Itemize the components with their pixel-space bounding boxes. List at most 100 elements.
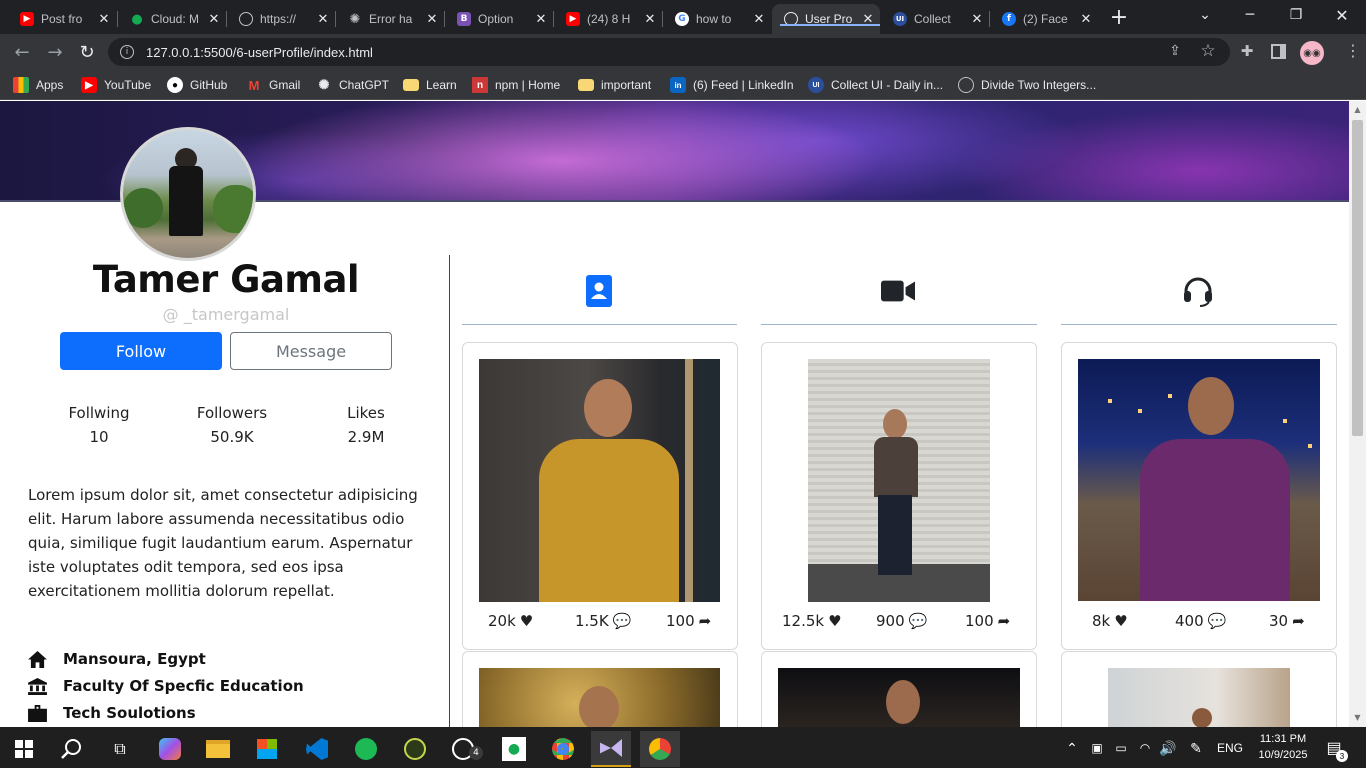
- youtube-icon: ▶: [20, 12, 34, 26]
- browser-tab[interactable]: ▶ Post fro ✕: [8, 4, 116, 34]
- briefcase-icon: [28, 704, 47, 722]
- minimize-icon[interactable]: ─: [1227, 0, 1273, 30]
- close-tab-icon[interactable]: ✕: [317, 12, 329, 27]
- post-comments[interactable]: 900 💬: [876, 612, 927, 630]
- chrome-icon[interactable]: [640, 731, 680, 767]
- post-photo[interactable]: [808, 359, 990, 602]
- tab-posts[interactable]: [582, 274, 616, 308]
- restore-icon[interactable]: ❐: [1273, 0, 1319, 30]
- post-likes[interactable]: 12.5k ♥: [782, 612, 842, 630]
- file-explorer-icon[interactable]: [198, 731, 238, 767]
- browser-tab[interactable]: ✺ Error ha ✕: [336, 4, 444, 34]
- vscode-icon[interactable]: [297, 731, 337, 767]
- menu-kebab-icon[interactable]: ⋮: [1345, 41, 1361, 63]
- post-shares[interactable]: 100 ➦: [965, 612, 1010, 630]
- side-panel-icon[interactable]: [1271, 44, 1286, 59]
- close-tab-icon[interactable]: ✕: [1080, 12, 1092, 27]
- meet-now-icon[interactable]: ▣: [1088, 738, 1106, 758]
- battery-icon[interactable]: ▭: [1112, 738, 1130, 758]
- post-comments[interactable]: 400 💬: [1175, 612, 1226, 630]
- bookmark-gmail[interactable]: M Gmail: [246, 76, 301, 94]
- browser-tab[interactable]: https:// ✕: [227, 4, 335, 34]
- scroll-up-arrow-icon[interactable]: ▲: [1352, 105, 1363, 115]
- comment-icon: 💬: [1207, 612, 1227, 630]
- info-icon[interactable]: i: [120, 45, 134, 59]
- bookmark-important[interactable]: important: [578, 76, 651, 94]
- close-tab-icon[interactable]: ✕: [535, 12, 547, 27]
- visual-studio-icon[interactable]: [591, 731, 631, 767]
- close-window-icon[interactable]: ✕: [1319, 0, 1365, 30]
- followers-label: Followers: [196, 404, 268, 422]
- close-tab-icon[interactable]: ✕: [98, 12, 110, 27]
- task-view-icon[interactable]: ⧉: [100, 731, 140, 767]
- close-tab-icon[interactable]: ✕: [753, 12, 765, 27]
- bookmark-youtube[interactable]: ▶ YouTube: [81, 76, 151, 94]
- bookmark-chatgpt[interactable]: ✺ ChatGPT: [316, 76, 389, 94]
- bookmark-star-icon[interactable]: ☆: [1199, 41, 1217, 61]
- chrome-profile-icon[interactable]: [543, 731, 583, 767]
- post-comments[interactable]: 1.5K 💬: [575, 612, 631, 630]
- post-photo[interactable]: [1108, 668, 1290, 727]
- browser-tab[interactable]: ● Cloud: M ✕: [118, 4, 226, 34]
- scroll-down-arrow-icon[interactable]: ▼: [1352, 713, 1363, 723]
- close-tab-icon[interactable]: ✕: [971, 12, 983, 27]
- bookmark-linkedin[interactable]: in (6) Feed | LinkedIn: [670, 76, 794, 94]
- bookmark-collectui[interactable]: UI Collect UI - Daily in...: [808, 76, 943, 94]
- post-shares[interactable]: 100 ➦: [666, 612, 711, 630]
- tab-search-chevron-icon[interactable]: ⌄: [1182, 0, 1228, 30]
- back-arrow-icon[interactable]: ←: [10, 40, 34, 64]
- new-tab-icon[interactable]: +: [1104, 4, 1134, 30]
- browser-tab[interactable]: f (2) Face ✕: [990, 4, 1098, 34]
- share-icon[interactable]: ⇪: [1166, 43, 1184, 61]
- post-photo[interactable]: [479, 359, 720, 602]
- tab-podcasts[interactable]: [1181, 274, 1215, 308]
- close-tab-icon[interactable]: ✕: [426, 12, 438, 27]
- search-icon[interactable]: [52, 731, 92, 767]
- close-tab-icon[interactable]: ✕: [644, 12, 656, 27]
- microsoft-store-icon[interactable]: [247, 731, 287, 767]
- scrollbar-thumb[interactable]: [1352, 120, 1363, 436]
- message-button[interactable]: Message: [230, 332, 392, 370]
- bookmark-apps[interactable]: Apps: [13, 76, 63, 94]
- copilot-icon[interactable]: [150, 731, 190, 767]
- tab-videos[interactable]: [881, 274, 915, 308]
- pen-icon[interactable]: ✎: [1185, 738, 1207, 758]
- windows-start-icon[interactable]: [4, 731, 44, 767]
- follow-button[interactable]: Follow: [60, 332, 222, 370]
- whatsapp-icon[interactable]: 4: [443, 731, 483, 767]
- browser-tab[interactable]: ▶ (24) 8 H ✕: [554, 4, 662, 34]
- spotify-icon[interactable]: [346, 731, 386, 767]
- browser-tab-active[interactable]: User Pro ✕: [772, 4, 880, 34]
- heart-icon: ♥: [1114, 612, 1128, 630]
- bookmark-npm[interactable]: n npm | Home: [472, 76, 560, 94]
- post-likes[interactable]: 20k ♥: [488, 612, 533, 630]
- bookmark-learn[interactable]: Learn: [403, 76, 457, 94]
- bookmark-github[interactable]: ● GitHub: [167, 76, 227, 94]
- profile-avatar-icon[interactable]: ◉◉: [1300, 41, 1324, 65]
- app-icon[interactable]: [395, 731, 435, 767]
- profile-bio: Lorem ipsum dolor sit, amet consectetur …: [28, 486, 418, 600]
- browser-tab[interactable]: B Option ✕: [445, 4, 553, 34]
- address-bar[interactable]: i 127.0.0.1:5500/6-userProfile/index.htm…: [108, 38, 1230, 66]
- close-tab-icon[interactable]: ✕: [208, 12, 220, 27]
- post-photo[interactable]: [1078, 359, 1320, 601]
- post-likes[interactable]: 8k ♥: [1092, 612, 1128, 630]
- extensions-icon[interactable]: ✚: [1238, 42, 1256, 62]
- language-indicator[interactable]: ENG: [1214, 738, 1246, 758]
- forward-arrow-icon[interactable]: →: [43, 40, 67, 64]
- post-photo[interactable]: [479, 668, 720, 727]
- post-shares[interactable]: 30 ➦: [1269, 612, 1305, 630]
- mongodb-compass-icon[interactable]: ●: [494, 731, 534, 767]
- show-hidden-icons-chevron-icon[interactable]: ⌃: [1064, 738, 1080, 758]
- bookmark-leetcode[interactable]: Divide Two Integers...: [958, 76, 1096, 94]
- wifi-icon[interactable]: ◠: [1136, 738, 1154, 758]
- post-photo[interactable]: [778, 668, 1020, 727]
- clock[interactable]: 11:31 PM 10/9/2025: [1254, 731, 1312, 765]
- profile-name: Tamer Gamal: [92, 258, 360, 301]
- likes-label: Likes: [347, 404, 385, 422]
- browser-tab[interactable]: G how to ✕: [663, 4, 771, 34]
- collectui-icon: UI: [893, 12, 907, 26]
- reload-icon[interactable]: ↻: [75, 40, 99, 64]
- volume-icon[interactable]: 🔊: [1159, 738, 1177, 758]
- browser-tab[interactable]: UI Collect ✕: [881, 4, 989, 34]
